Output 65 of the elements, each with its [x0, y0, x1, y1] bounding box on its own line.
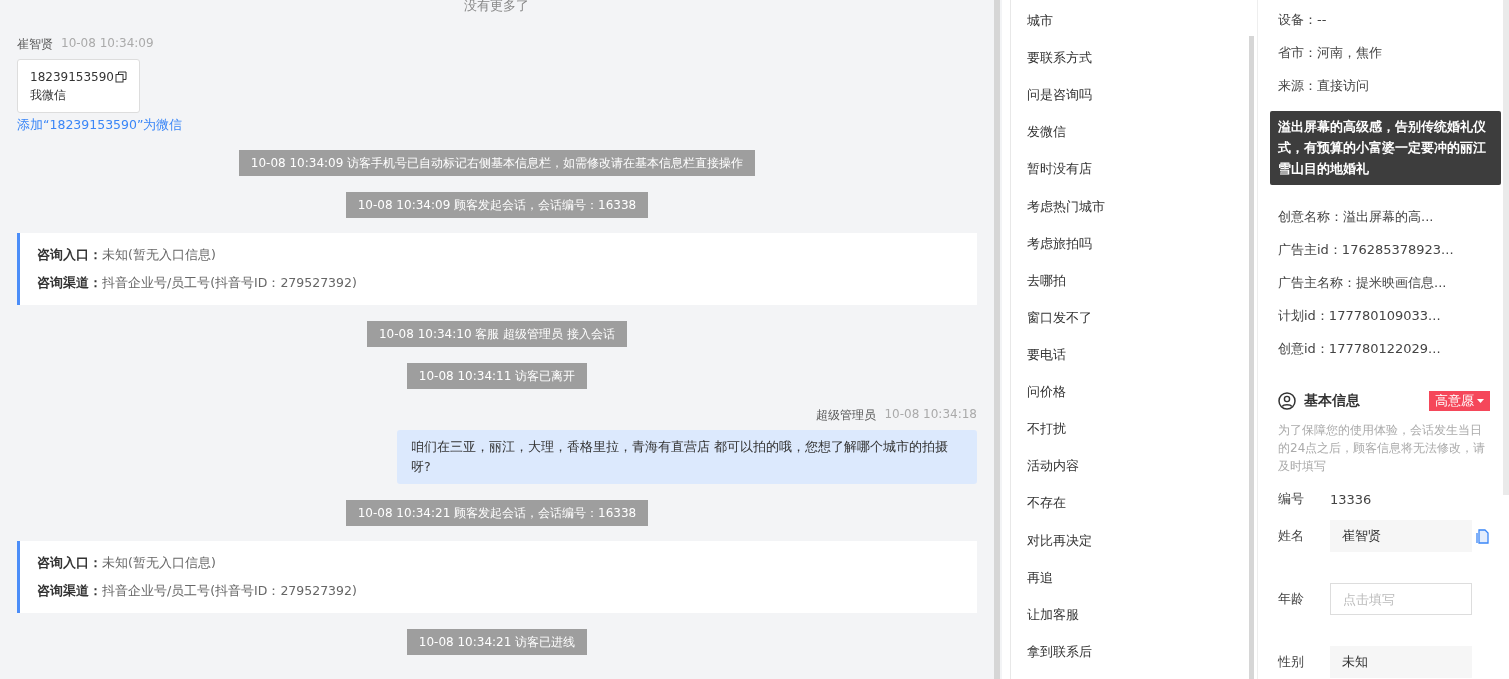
quick-reply-item[interactable]: 要电话: [1026, 345, 1066, 383]
scrollbar[interactable]: [993, 0, 1000, 679]
quick-reply-item[interactable]: 窗口发不了: [1026, 307, 1092, 345]
quick-reply-item[interactable]: 对比再决定: [1026, 530, 1092, 568]
copy-icon[interactable]: [115, 71, 127, 83]
sender-name: 超级管理员: [816, 407, 877, 424]
quick-reply-item[interactable]: 拿到联系后: [1026, 641, 1092, 679]
field-label: 性别: [1278, 653, 1305, 671]
field-value: 抖音企业号/员工号(抖音号ID：279527392): [102, 583, 357, 598]
quick-reply-item[interactable]: 考虑热门城市: [1026, 196, 1105, 234]
sender-name: 崔智贤: [17, 36, 53, 53]
field-label: 咨询入口：: [37, 555, 102, 570]
info-row-text: 创意名称：溢出屏幕的高...: [1278, 208, 1434, 226]
intent-tag[interactable]: 高意愿: [1429, 391, 1490, 411]
tooltip: 溢出屏幕的高级感，告别传统婚礼仪式，有预算的小富婆一定要冲的丽江雪山目的地婚礼: [1270, 111, 1501, 185]
quick-reply-item[interactable]: 再追: [1026, 567, 1053, 605]
info-row-text: 创意id：177780122029...: [1278, 340, 1441, 358]
quick-reply-item[interactable]: 不打扰: [1026, 419, 1066, 457]
caret-icon: [1477, 399, 1484, 403]
info-row-text: 设备：--: [1278, 11, 1327, 29]
info-row-text: 广告主id：176285378923...: [1278, 241, 1454, 259]
quick-reply-item[interactable]: 发微信: [1026, 122, 1066, 160]
notice-text: 为了保障您的使用体验，会话发生当日的24点之后，顾客信息将无法修改，请及时填写: [1278, 422, 1487, 475]
input-field[interactable]: 点击填写: [1330, 583, 1472, 615]
field-label: 年龄: [1278, 590, 1305, 608]
name-field[interactable]: 崔智贤: [1330, 520, 1472, 552]
section-title: 基本信息: [1304, 392, 1361, 410]
field-label: 咨询入口：: [37, 247, 102, 262]
message-time: 10-08 10:34:09: [61, 36, 154, 52]
system-notice: 10-08 10:34:11 访客已离开: [406, 363, 588, 389]
info-row-text: 计划id：177780109033...: [1278, 307, 1441, 325]
scrollbar[interactable]: [1249, 36, 1254, 679]
no-more-text: 没有更多了: [464, 0, 530, 15]
name-field[interactable]: 未知: [1330, 646, 1472, 678]
field-value: 未知(暂无入口信息): [102, 247, 216, 262]
message-time: 10-08 10:34:18: [884, 407, 977, 423]
info-row-text: 广告主名称：提米映画信息...: [1278, 274, 1447, 292]
quick-reply-item[interactable]: 城市: [1026, 11, 1053, 49]
quick-reply-item[interactable]: 问是咨询吗: [1026, 85, 1092, 123]
quick-reply-item[interactable]: 让加客服: [1026, 604, 1079, 642]
system-notice: 10-08 10:34:21 顾客发起会话，会话编号：16338: [345, 500, 649, 526]
field-value: 抖音企业号/员工号(抖音号ID：279527392): [102, 275, 357, 290]
field-value: 13336: [1330, 491, 1372, 507]
field-label: 咨询渠道：: [37, 275, 102, 290]
quick-reply-item[interactable]: 不存在: [1026, 493, 1066, 531]
message-bubble: 咱们在三亚，丽江，大理，香格里拉，青海有直营店 都可以拍的哦，您想了解哪个城市的拍摄呀?: [396, 430, 977, 484]
quick-reply-item[interactable]: 问价格: [1026, 382, 1066, 420]
phone-number: 18239153590: [30, 69, 114, 86]
message-text: 我微信: [30, 87, 67, 104]
info-row-text: 来源：直接访问: [1278, 77, 1369, 95]
quick-reply-item[interactable]: 要联系方式: [1026, 48, 1092, 86]
quick-reply-item[interactable]: 活动内容: [1026, 456, 1079, 494]
user-icon: [1278, 392, 1296, 410]
system-notice: 10-08 10:34:10 客服 超级管理员 接入会话: [366, 321, 627, 347]
field-label: 姓名: [1278, 527, 1305, 545]
field-value: 未知(暂无入口信息): [102, 555, 216, 570]
field-label: 咨询渠道：: [37, 583, 102, 598]
quick-reply-item[interactable]: 考虑旅拍吗: [1026, 233, 1092, 271]
system-notice: 10-08 10:34:09 访客手机号已自动标记右侧基本信息栏，如需修改请在基本信息栏直接操作: [238, 150, 756, 176]
system-notice: 10-08 10:34:09 顾客发起会话，会话编号：16338: [345, 192, 649, 218]
info-row-text: 省市：河南，焦作: [1278, 44, 1382, 62]
quick-reply-item[interactable]: 去哪拍: [1026, 270, 1066, 308]
field-label: 编号: [1278, 490, 1305, 508]
quick-reply-item[interactable]: 暂时没有店: [1026, 159, 1092, 197]
system-notice: 10-08 10:34:21 访客已进线: [406, 629, 588, 655]
